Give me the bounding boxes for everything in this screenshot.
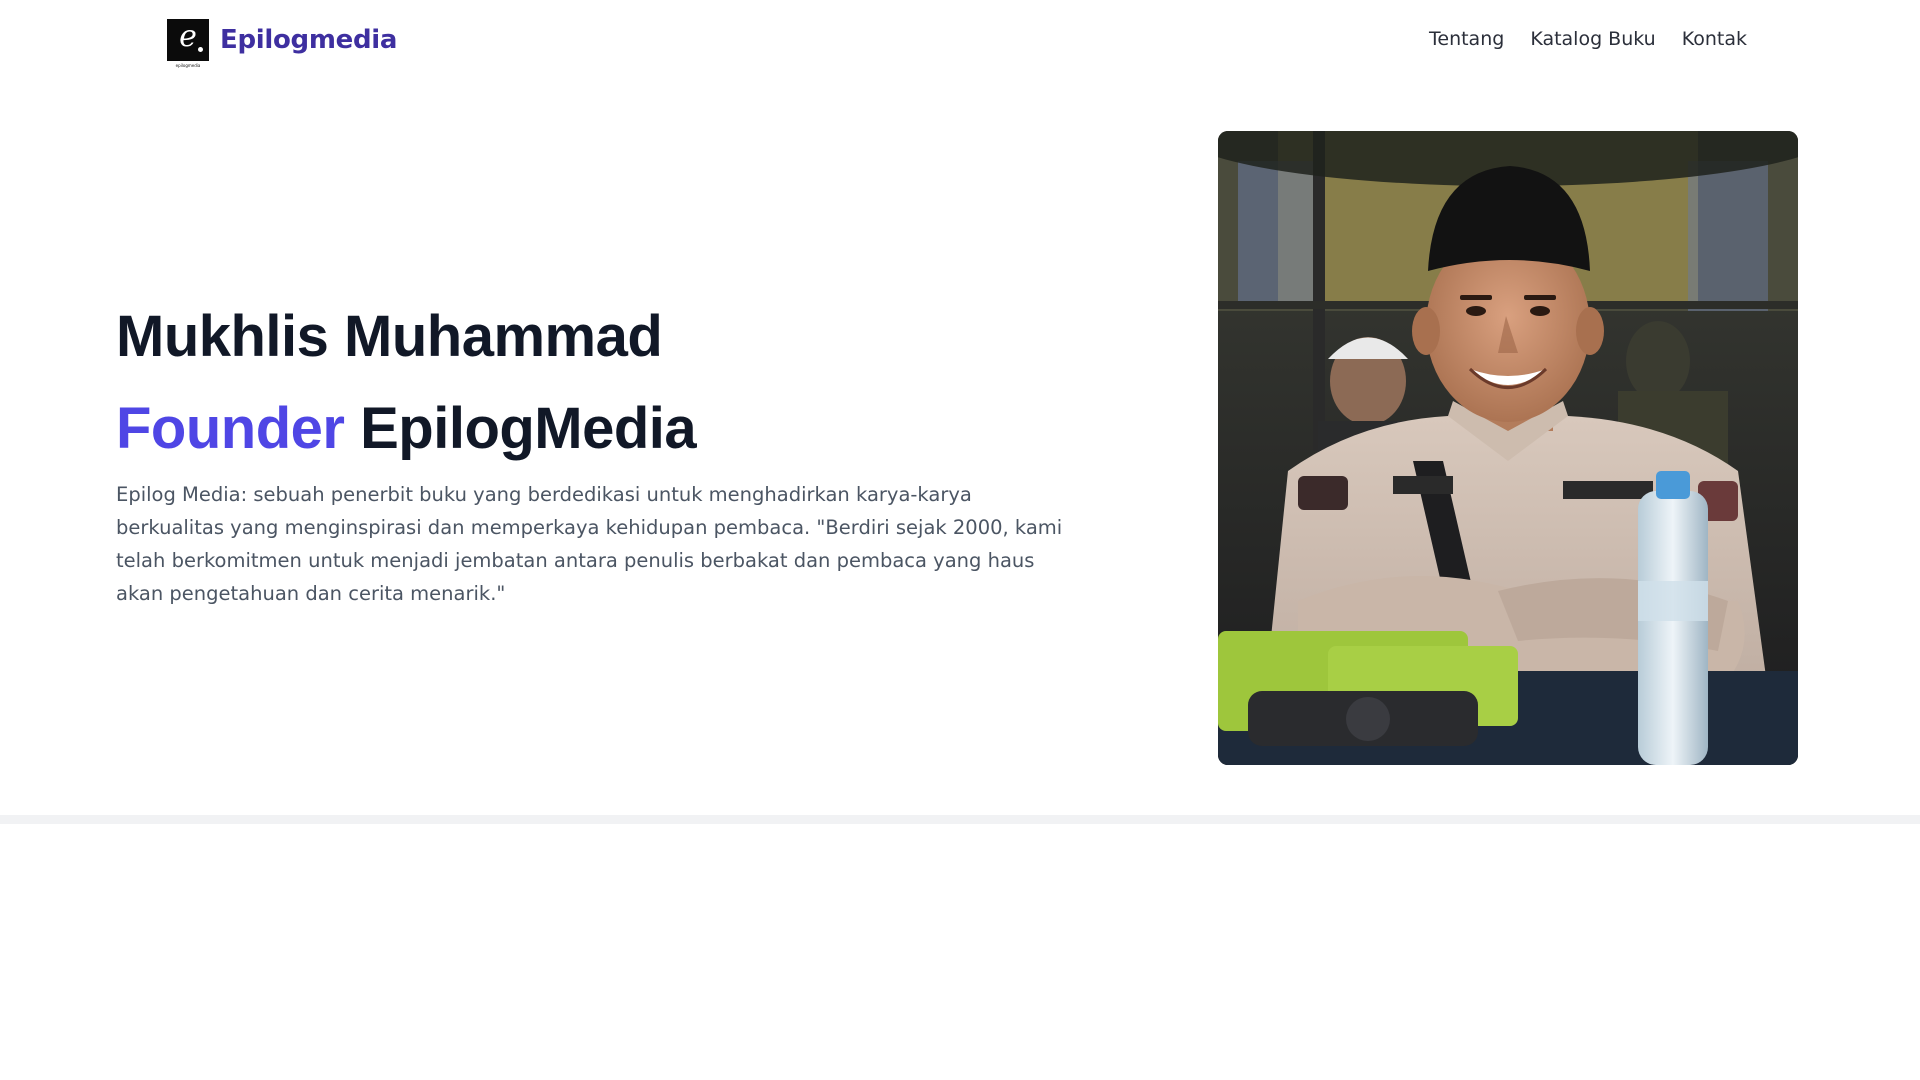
hero-name: Mukhlis Muhammad [116,304,663,369]
nav-menu: Tentang Katalog Buku Kontak [1429,28,1747,50]
nav-link-tentang[interactable]: Tentang [1429,28,1504,50]
hero-role: Founder EpilogMedia [116,383,697,475]
navbar: e epilogmedia Epilogmedia Tentang Katalo… [0,0,1920,84]
lower-section [0,824,1920,1080]
nav-link-katalog-buku[interactable]: Katalog Buku [1530,28,1655,50]
nav-link-kontak[interactable]: Kontak [1682,28,1747,50]
founder-photo [1218,131,1798,765]
hero-role-rest: EpilogMedia [344,396,697,461]
hero-heading: Mukhlis Muhammad Founder EpilogMedia [116,291,697,475]
logo-caption: epilogmedia [175,63,201,68]
hero-role-accent: Founder [116,396,345,461]
brand-name: Epilogmedia [220,25,398,55]
founder-photo-illustration [1218,131,1798,765]
logo-dot [198,47,203,52]
section-divider [0,815,1920,824]
hero-section: Mukhlis Muhammad Founder EpilogMedia Epi… [0,84,1920,815]
brand-link[interactable]: e epilogmedia Epilogmedia [167,19,398,68]
hero-description: Epilog Media: sebuah penerbit buku yang … [116,483,1063,605]
logo-glyph: e [179,19,197,54]
epilog-logo-icon: e epilogmedia [167,19,209,68]
